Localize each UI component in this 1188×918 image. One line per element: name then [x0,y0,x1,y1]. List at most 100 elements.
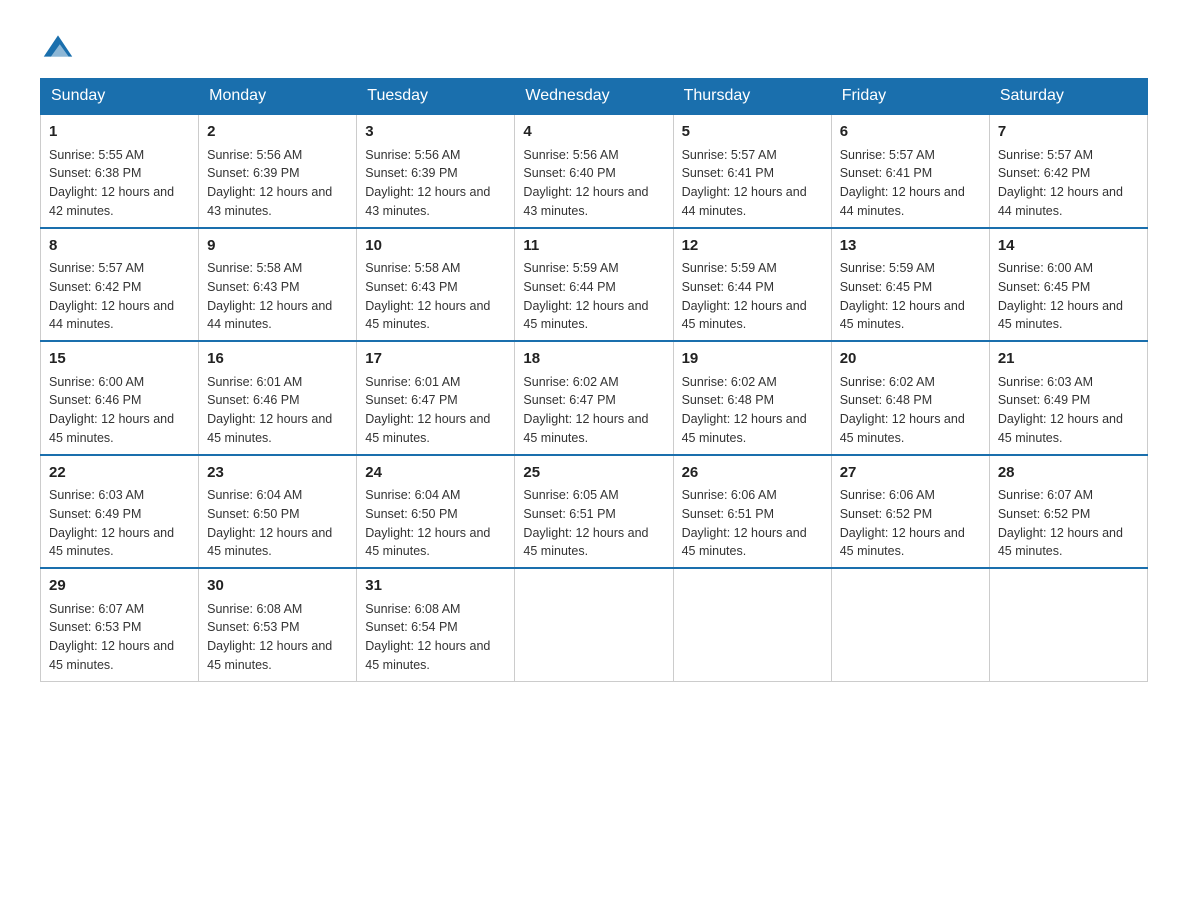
calendar-cell: 1Sunrise: 5:55 AMSunset: 6:38 PMDaylight… [41,114,199,228]
week-row-5: 29Sunrise: 6:07 AMSunset: 6:53 PMDayligh… [41,568,1148,681]
sunrise-text: Sunrise: 6:07 AM [49,602,144,616]
sunset-text: Sunset: 6:47 PM [365,393,457,407]
daylight-text: Daylight: 12 hours and 45 minutes. [998,526,1123,559]
daylight-text: Daylight: 12 hours and 45 minutes. [523,412,648,445]
week-row-2: 8 Sunrise: 5:57 AM Sunset: 6:42 PM Daylight… [41,228,1148,342]
sunset-text: Sunset: 6:46 PM [49,393,141,407]
daylight-text: Daylight: 12 hours and 45 minutes. [207,412,332,445]
header-wednesday: Wednesday [515,79,673,115]
sunset-text: Sunset: 6:45 PM [998,280,1090,294]
daylight-text: Daylight: 12 hours and 43 minutes. [523,185,648,218]
day-number: 11 [523,235,664,258]
calendar-cell [989,568,1147,681]
calendar-cell: 23Sunrise: 6:04 AMSunset: 6:50 PMDayligh… [199,455,357,569]
daylight-text: Daylight: 12 hours and 44 minutes. [998,185,1123,218]
calendar-cell: 3Sunrise: 5:56 AMSunset: 6:39 PMDaylight… [357,114,515,228]
daylight-text: Daylight: 12 hours and 45 minutes. [207,526,332,559]
sunrise-text: Sunrise: 5:57 AM [998,148,1093,162]
day-number: 20 [840,348,981,371]
sunrise-text: Sunrise: 6:03 AM [998,375,1093,389]
day-number: 1 [49,121,190,144]
day-number: 22 [49,462,190,485]
sunset-text: Sunset: 6:48 PM [840,393,932,407]
header-tuesday: Tuesday [357,79,515,115]
day-number: 15 [49,348,190,371]
day-number: 4 [523,121,664,144]
sunrise-text: Sunrise: 5:55 AM [49,148,144,162]
header-saturday: Saturday [989,79,1147,115]
week-row-4: 22 Sunrise: 6:03 AM Sunset: 6:49 PM Dayligh… [41,455,1148,569]
daylight-text: Daylight: 12 hours and 45 minutes. [365,299,490,332]
sunrise-text: Sunrise: 6:01 AM [207,375,302,389]
calendar-cell: 8Sunrise: 5:57 AMSunset: 6:42 PMDaylight… [41,228,199,342]
sunset-text: Sunset: 6:49 PM [998,393,1090,407]
sunrise-text: Sunrise: 6:02 AM [840,375,935,389]
header-monday: Monday [199,79,357,115]
day-number: 21 [998,348,1139,371]
sunrise-text: Sunrise: 5:57 AM [840,148,935,162]
calendar-cell: 4Sunrise: 5:56 AMSunset: 6:40 PMDaylight… [515,114,673,228]
sunset-text: Sunset: 6:47 PM [523,393,615,407]
sunset-text: Sunset: 6:50 PM [365,507,457,521]
daylight-text: Daylight: 12 hours and 45 minutes. [840,412,965,445]
daylight-text: Daylight: 12 hours and 45 minutes. [523,526,648,559]
calendar-cell: 19Sunrise: 6:02 AMSunset: 6:48 PMDayligh… [673,341,831,455]
sunrise-text: Sunrise: 6:05 AM [523,488,618,502]
week-row-3: 15Sunrise: 6:00 AMSunset: 6:46 PMDayligh… [41,341,1148,455]
calendar-cell: 21Sunrise: 6:03 AMSunset: 6:49 PMDayligh… [989,341,1147,455]
daylight-text: Daylight: 12 hours and 45 minutes. [682,299,807,332]
calendar-cell: 5Sunrise: 5:57 AMSunset: 6:41 PMDaylight… [673,114,831,228]
sunset-text: Sunset: 6:54 PM [365,620,457,634]
sunrise-text: Sunrise: 6:03 AM [49,488,144,502]
sunrise-text: Sunrise: 5:57 AM [49,261,144,275]
calendar-cell: 22 Sunrise: 6:03 AM Sunset: 6:49 PM Dayligh… [41,455,199,569]
daylight-text: Daylight: 12 hours and 45 minutes. [840,299,965,332]
daylight-text: Daylight: 12 hours and 43 minutes. [365,185,490,218]
sunrise-text: Sunrise: 5:59 AM [840,261,935,275]
sunrise-text: Sunrise: 5:58 AM [365,261,460,275]
calendar-cell [831,568,989,681]
sunset-text: Sunset: 6:46 PM [207,393,299,407]
calendar-cell: 15Sunrise: 6:00 AMSunset: 6:46 PMDayligh… [41,341,199,455]
daylight-text: Daylight: 12 hours and 44 minutes. [207,299,332,332]
day-number: 16 [207,348,348,371]
header-friday: Friday [831,79,989,115]
sunrise-text: Sunrise: 6:02 AM [682,375,777,389]
daylight-text: Daylight: 12 hours and 44 minutes. [682,185,807,218]
day-number: 8 [49,235,190,258]
day-number: 5 [682,121,823,144]
daylight-text: Daylight: 12 hours and 45 minutes. [49,526,174,559]
sunset-text: Sunset: 6:44 PM [682,280,774,294]
day-number: 13 [840,235,981,258]
calendar-cell: 30Sunrise: 6:08 AMSunset: 6:53 PMDayligh… [199,568,357,681]
day-number: 12 [682,235,823,258]
day-number: 3 [365,121,506,144]
header-thursday: Thursday [673,79,831,115]
calendar-header-row: SundayMondayTuesdayWednesdayThursdayFrid… [41,79,1148,115]
sunset-text: Sunset: 6:50 PM [207,507,299,521]
calendar-cell: 28Sunrise: 6:07 AMSunset: 6:52 PMDayligh… [989,455,1147,569]
sunset-text: Sunset: 6:51 PM [523,507,615,521]
daylight-text: Daylight: 12 hours and 43 minutes. [207,185,332,218]
sunset-text: Sunset: 6:42 PM [49,280,141,294]
day-number: 7 [998,121,1139,144]
day-number: 29 [49,575,190,598]
calendar-cell: 11Sunrise: 5:59 AMSunset: 6:44 PMDayligh… [515,228,673,342]
sunset-text: Sunset: 6:51 PM [682,507,774,521]
sunrise-text: Sunrise: 6:00 AM [998,261,1093,275]
sunset-text: Sunset: 6:43 PM [207,280,299,294]
day-number: 14 [998,235,1139,258]
day-number: 18 [523,348,664,371]
sunrise-text: Sunrise: 5:59 AM [682,261,777,275]
daylight-text: Daylight: 12 hours and 45 minutes. [523,299,648,332]
header-sunday: Sunday [41,79,199,115]
sunset-text: Sunset: 6:52 PM [840,507,932,521]
sunset-text: Sunset: 6:43 PM [365,280,457,294]
sunset-text: Sunset: 6:42 PM [998,166,1090,180]
sunset-text: Sunset: 6:40 PM [523,166,615,180]
calendar-cell: 24Sunrise: 6:04 AMSunset: 6:50 PMDayligh… [357,455,515,569]
calendar-cell: 20 Sunrise: 6:02 AM Sunset: 6:48 PM Dayligh… [831,341,989,455]
sunset-text: Sunset: 6:49 PM [49,507,141,521]
daylight-text: Daylight: 12 hours and 45 minutes. [365,526,490,559]
day-number: 23 [207,462,348,485]
